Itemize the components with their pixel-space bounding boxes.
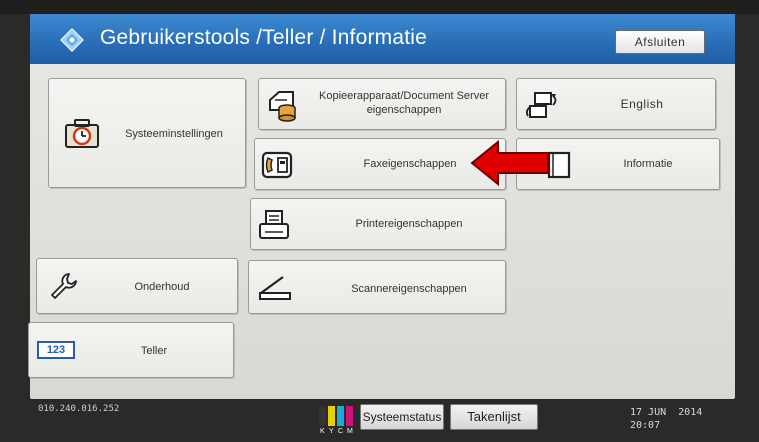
toner-level-icon[interactable]: K Y C M: [318, 404, 354, 434]
printer-properties-label: Printereigenschappen: [355, 218, 463, 230]
scanner-icon: [259, 276, 291, 300]
toolbox-clock-icon: [65, 119, 99, 148]
copier-document-server-button[interactable]: Kopieerapparaat/Document Server eigensch…: [258, 78, 506, 130]
copier-document-server-label: Kopieerapparaat/Document Server eigensch…: [319, 90, 489, 117]
time-text: 20:07: [630, 420, 661, 431]
system-settings-button[interactable]: Systeeminstellingen: [48, 78, 246, 188]
counter-123-icon: 123: [37, 341, 75, 359]
toner-letter-y: Y: [329, 428, 334, 434]
maintenance-label: Onderhoud: [134, 281, 190, 293]
toner-letter-c: C: [338, 428, 343, 434]
english-label: English: [620, 97, 664, 111]
job-list-button[interactable]: Takenlijst: [450, 404, 538, 430]
english-language-button[interactable]: English: [516, 78, 716, 130]
counter-label: Teller: [140, 345, 168, 357]
printer-properties-button[interactable]: Printereigenschappen: [250, 198, 506, 250]
toner-letter-k: K: [320, 428, 325, 434]
wrench-icon: [51, 273, 77, 299]
copier-server-icon: [269, 91, 296, 122]
maintenance-button[interactable]: Onderhoud: [36, 258, 238, 314]
system-settings-label: Systeeminstellingen: [125, 128, 223, 140]
date-text: 17 JUN 2014: [630, 407, 703, 418]
exit-button[interactable]: Afsluiten: [615, 30, 705, 54]
fax-properties-button[interactable]: Faxeigenschappen: [254, 138, 506, 190]
counter-button[interactable]: 123 Teller: [28, 322, 234, 378]
date-time-display: 17 JUN 2014 20:07: [630, 406, 702, 432]
information-label: Informatie: [623, 158, 673, 170]
counter-icon-text: 123: [46, 344, 66, 356]
language-switch-icon: [525, 92, 557, 118]
system-status-button[interactable]: Systeemstatus: [360, 404, 444, 430]
user-tools-icon: [60, 28, 84, 52]
scanner-properties-button[interactable]: Scannereigenschappen: [248, 260, 506, 314]
device-bezel: [0, 0, 759, 14]
toner-letter-m: M: [347, 428, 353, 434]
fax-icon: [261, 151, 293, 179]
scanner-properties-label: Scannereigenschappen: [351, 283, 467, 295]
page-title: Gebruikerstools /Teller / Informatie: [100, 26, 427, 49]
ip-address: 010.240.016.252: [38, 404, 120, 414]
red-arrow-pointer: [470, 139, 549, 187]
printer-icon: [259, 210, 289, 239]
